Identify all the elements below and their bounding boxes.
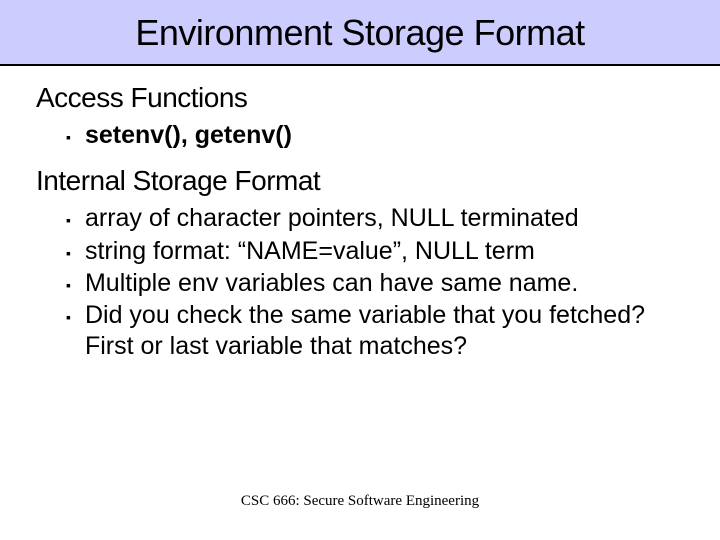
list-item: ▪ Did you check the same variable that y… [66,300,684,363]
list-item: ▪ Multiple env variables can have same n… [66,268,684,299]
bullet-list-0: ▪ setenv(), getenv() [66,120,684,151]
bullet-list-1: ▪ array of character pointers, NULL term… [66,203,684,362]
bullet-icon: ▪ [66,129,71,147]
bullet-icon: ▪ [66,277,71,295]
bullet-icon: ▪ [66,309,71,327]
section-heading-1: Internal Storage Format [36,165,684,197]
list-item: ▪ setenv(), getenv() [66,120,684,151]
bullet-text: array of character pointers, NULL termin… [85,203,684,234]
slide-footer: CSC 666: Secure Software Engineering [0,493,720,510]
bullet-icon: ▪ [66,212,71,230]
section-heading-0: Access Functions [36,82,684,114]
slide-title: Environment Storage Format [20,12,700,54]
bullet-text: Multiple env variables can have same nam… [85,268,684,299]
slide-content: Access Functions ▪ setenv(), getenv() In… [0,66,720,363]
bullet-text: Did you check the same variable that you… [85,300,684,363]
bullet-icon: ▪ [66,245,71,263]
bullet-text: string format: “NAME=value”, NULL term [85,236,684,267]
list-item: ▪ string format: “NAME=value”, NULL term [66,236,684,267]
list-item: ▪ array of character pointers, NULL term… [66,203,684,234]
title-bar: Environment Storage Format [0,0,720,66]
bullet-text: setenv(), getenv() [85,120,684,151]
